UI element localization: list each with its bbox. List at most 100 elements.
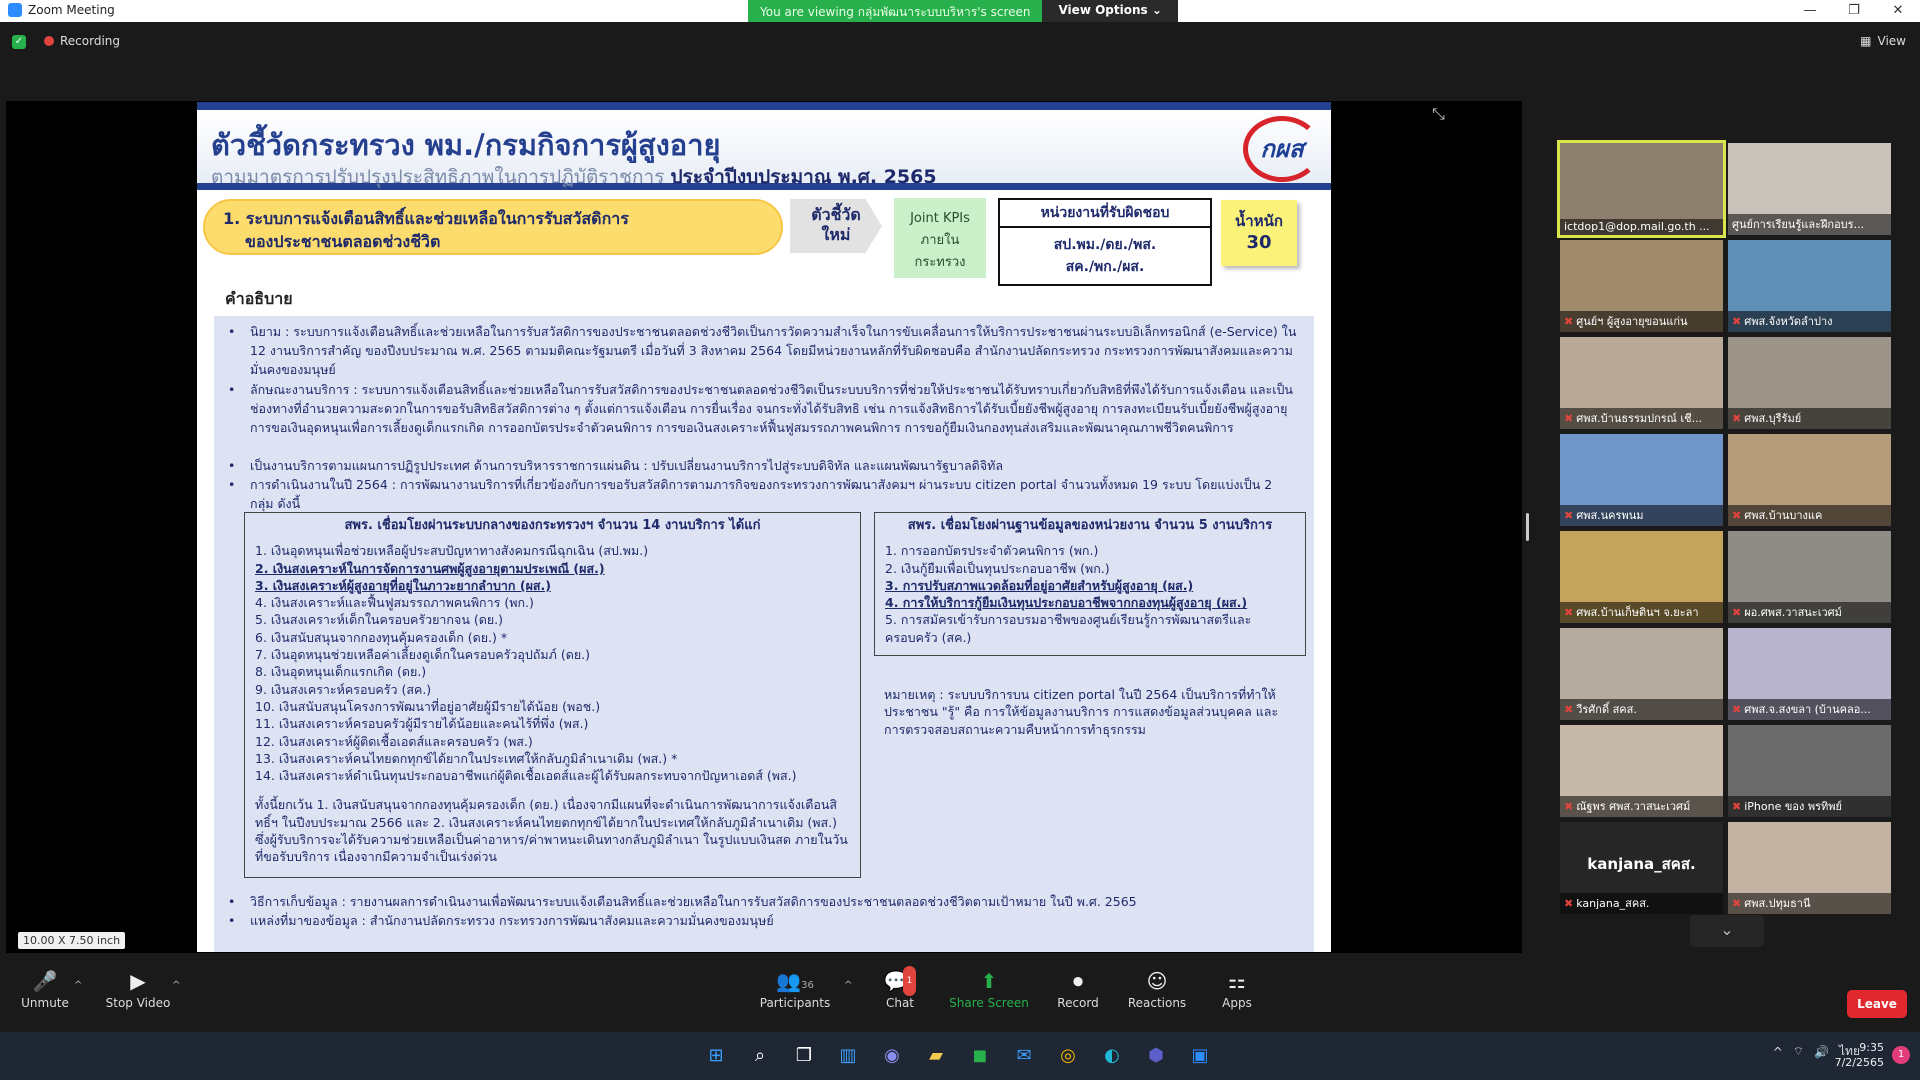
participant-name-bar: ✖ ศพส.จ.สงขลา (บ้านคลอ... xyxy=(1728,699,1891,720)
participant-name: ศูนย์ฯ ผู้สูงอายุขอนแก่น xyxy=(1576,315,1688,328)
taskbar-clock[interactable]: 9:35 7/2/2565 xyxy=(1835,1040,1884,1070)
indicator-title: 1. ระบบการแจ้งเตือนสิทธิ์และช่วยเหลือในก… xyxy=(203,199,783,255)
apps-button[interactable]: ⚏ Apps xyxy=(1192,966,1282,1010)
start-icon[interactable]: ⊞ xyxy=(700,1040,732,1072)
file-explorer-icon[interactable]: ▰ xyxy=(920,1040,952,1072)
participant-tile[interactable]: ✖ iPhone ของ พรทิพย์ xyxy=(1728,725,1891,817)
responsible-units-value: สป.พม./ดย./พส. สค./พก./ผส. xyxy=(1000,228,1210,278)
minimize-button[interactable]: — xyxy=(1788,0,1832,22)
apps-icon: ⚏ xyxy=(1228,969,1246,993)
panel-resize-handle[interactable] xyxy=(1526,513,1529,541)
chrome-icon[interactable]: ◎ xyxy=(1052,1040,1084,1072)
task-view-icon[interactable]: ❐ xyxy=(788,1040,820,1072)
participant-name-bar: ✖ ศพส.บ้านเก็ษตินฯ จ.ยะลา xyxy=(1560,602,1723,623)
agency-service-item: 5. การสมัครเข้ารับการอบรมอาชีพของศูนย์เร… xyxy=(885,612,1252,645)
participants-count: 36 xyxy=(801,980,814,991)
reactions-button[interactable]: ☺ Reactions xyxy=(1112,966,1202,1010)
participant-name-bar: ✖ ณัฐพร ศพส.วาสนะเวศม์ xyxy=(1560,796,1723,817)
audio-options-caret[interactable]: ^ xyxy=(74,980,82,991)
recording-indicator[interactable]: Recording xyxy=(44,34,120,48)
muted-mic-icon: ✖ xyxy=(1564,703,1574,716)
slide-subtitle-year: ประจำปีงบประมาณ พ.ศ. 2565 xyxy=(670,166,937,188)
chat-badge: 1 xyxy=(902,966,917,996)
participant-tile[interactable]: ศูนย์การเรียนรู้และฝึกอบร... xyxy=(1728,143,1891,235)
view-button[interactable]: ▦ View xyxy=(1860,34,1906,48)
zoom-logo-icon xyxy=(8,3,22,17)
participant-name-bar: ศูนย์การเรียนรู้และฝึกอบร... xyxy=(1728,214,1891,235)
encryption-shield-icon[interactable]: ✓ xyxy=(12,35,26,49)
chat-button[interactable]: 💬1 Chat xyxy=(855,966,945,1010)
participant-tile[interactable]: ✖ ศพส.นครพนม xyxy=(1560,434,1723,526)
zoom-taskbar-icon[interactable]: ▣ xyxy=(1184,1040,1216,1072)
participants-button[interactable]: 👥36 Participants xyxy=(750,966,840,1010)
tray-overflow-icon[interactable]: ^ xyxy=(1773,1045,1783,1059)
muted-mic-icon: ✖ xyxy=(1732,703,1742,716)
muted-mic-icon: ✖ xyxy=(1732,897,1742,910)
participant-tile[interactable]: ✖ ศพส.จังหวัดลำปาง xyxy=(1728,240,1891,332)
participant-tile[interactable]: ✖ ศพส.ปทุมธานี xyxy=(1728,822,1891,914)
bullet-reform: เป็นงานบริการตามแผนการปฏิรูปประเทศ ด้านก… xyxy=(228,456,1298,475)
participant-name-bar: ✖ วีรศักดิ์ สคส. xyxy=(1560,699,1723,720)
speaker-icon[interactable]: 🔊 xyxy=(1814,1045,1829,1059)
participant-name-bar: ✖ ศพส.บ้านธรรมปกรณ์ เชี... xyxy=(1560,408,1723,429)
participant-name: ศพส.ปทุมธานี xyxy=(1744,897,1811,910)
participants-options-caret[interactable]: ^ xyxy=(844,980,852,991)
mail-icon[interactable]: ✉ xyxy=(1008,1040,1040,1072)
central-service-item: 12. เงินสงเคราะห์ผู้ติดเชื้อเอดส์และครอบ… xyxy=(255,733,533,749)
share-screen-icon: ⬆ xyxy=(980,969,998,993)
bullet-service: ลักษณะงานบริการ : ระบบการแจ้งเตือนสิทธิ์… xyxy=(228,380,1298,437)
agency-service-item: 2. เงินกู้ยืมเพื่อเป็นทุนประกอบอาชีพ (พก… xyxy=(885,560,1110,576)
participant-name-bar: ✖ iPhone ของ พรทิพย์ xyxy=(1728,796,1891,817)
central-service-item: 11. เงินสงเคราะห์ครอบครัวผู้มีรายได้น้อย… xyxy=(255,716,589,732)
network-icon[interactable]: ⌔ xyxy=(1793,1044,1804,1059)
participant-tile[interactable]: ✖ ศพส.บ้านธรรมปกรณ์ เชี... xyxy=(1560,337,1723,429)
gallery-scroll-down-button[interactable]: ⌄ xyxy=(1690,915,1764,947)
explanation-body: นิยาม : ระบบการแจ้งเตือนสิทธิ์และช่วยเหล… xyxy=(214,316,1314,952)
muted-mic-icon: ✖ xyxy=(1564,509,1574,522)
muted-mic-icon: ✖ xyxy=(1564,897,1574,910)
central-service-item: 13. เงินสงเคราะห์คนไทยตกทุกข์ได้ยากในประ… xyxy=(255,750,678,766)
participant-tile[interactable]: ✖ ผอ.ศพส.วาสนะเวศม์ xyxy=(1728,531,1891,623)
participant-tile[interactable]: kanjana_สคส. ✖ kanjana_สคส. xyxy=(1560,822,1723,914)
leave-button[interactable]: Leave xyxy=(1847,990,1907,1018)
record-button[interactable]: ⏺ Record xyxy=(1033,966,1123,1010)
bullet-data-collection: วิธีการเก็บข้อมูล : รายงานผลการดำเนินงาน… xyxy=(228,892,1298,911)
widgets-icon[interactable]: ▥ xyxy=(832,1040,864,1072)
restore-button[interactable]: ❐ xyxy=(1832,0,1876,22)
participant-tile[interactable]: ✖ ศพส.บุรีรัมย์ xyxy=(1728,337,1891,429)
participant-tile[interactable]: ✖ วีรศักดิ์ สคส. xyxy=(1560,628,1723,720)
participant-tile[interactable]: ✖ ศูนย์ฯ ผู้สูงอายุขอนแก่น xyxy=(1560,240,1723,332)
bullet-data-source: แหล่งที่มาของข้อมูล : สำนักงานปลัดกระทรว… xyxy=(228,911,1298,930)
share-screen-button[interactable]: ⬆ Share Screen xyxy=(944,966,1034,1010)
teams-icon[interactable]: ⬢ xyxy=(1140,1040,1172,1072)
slide-header: ตัวชี้วัดกระทรวง พม./กรมกิจการผู้สูงอายุ… xyxy=(197,102,1331,190)
participant-display-name: kanjana_สคส. xyxy=(1587,855,1696,873)
apps-label: Apps xyxy=(1222,996,1252,1010)
slide-subtitle: ตามมาตรการปรับปรุงประสิทธิภาพในการปฏิบัต… xyxy=(211,162,937,192)
search-icon[interactable]: ⌕ xyxy=(744,1040,776,1072)
participant-name-bar: ✖ ศูนย์ฯ ผู้สูงอายุขอนแก่น xyxy=(1560,311,1723,332)
notification-badge[interactable]: 1 xyxy=(1892,1046,1910,1064)
central-services-heading: สพร. เชื่อมโยงผ่านระบบกลางของกระทรวงฯ จำ… xyxy=(344,518,761,533)
window-titlebar: Zoom Meeting You are viewing กลุ่มพัฒนาร… xyxy=(0,0,1920,22)
record-icon: ⏺ xyxy=(1073,969,1083,993)
clock-date: 7/2/2565 xyxy=(1834,1056,1884,1069)
participant-name: ศพส.บ้านบางแค xyxy=(1744,509,1823,522)
line-app-icon[interactable]: ◼ xyxy=(964,1040,996,1072)
participant-tile[interactable]: ✖ ศพส.บ้านเก็ษตินฯ จ.ยะลา xyxy=(1560,531,1723,623)
participant-tile[interactable]: ✖ ศพส.บ้านบางแค xyxy=(1728,434,1891,526)
edge-icon[interactable]: ◐ xyxy=(1096,1040,1128,1072)
central-services-note: ทั้งนี้ยกเว้น 1. เงินสนับสนุนจากกองทุนคุ… xyxy=(255,797,848,865)
view-options-button[interactable]: View Options ⌄ xyxy=(1042,0,1178,22)
close-button[interactable]: ✕ xyxy=(1876,0,1920,22)
participant-tile[interactable]: ✖ ศพส.จ.สงขลา (บ้านคลอ... xyxy=(1728,628,1891,720)
view-label: View xyxy=(1877,34,1906,48)
participant-tile[interactable]: ✖ ณัฐพร ศพส.วาสนะเวศม์ xyxy=(1560,725,1723,817)
participant-tile[interactable]: ictdop1@dop.mail.go.th ... xyxy=(1557,140,1726,238)
stop-video-button[interactable]: ▶ Stop Video xyxy=(93,966,183,1010)
video-options-caret[interactable]: ^ xyxy=(172,980,180,991)
grid-view-icon: ▦ xyxy=(1860,34,1872,48)
central-service-item: 2. เงินสงเคราะห์ในการจัดการงานศพผู้สูงอา… xyxy=(255,560,605,576)
exit-fullscreen-icon[interactable]: ⤡ xyxy=(1432,104,1445,124)
teams-chat-icon[interactable]: ◉ xyxy=(876,1040,908,1072)
